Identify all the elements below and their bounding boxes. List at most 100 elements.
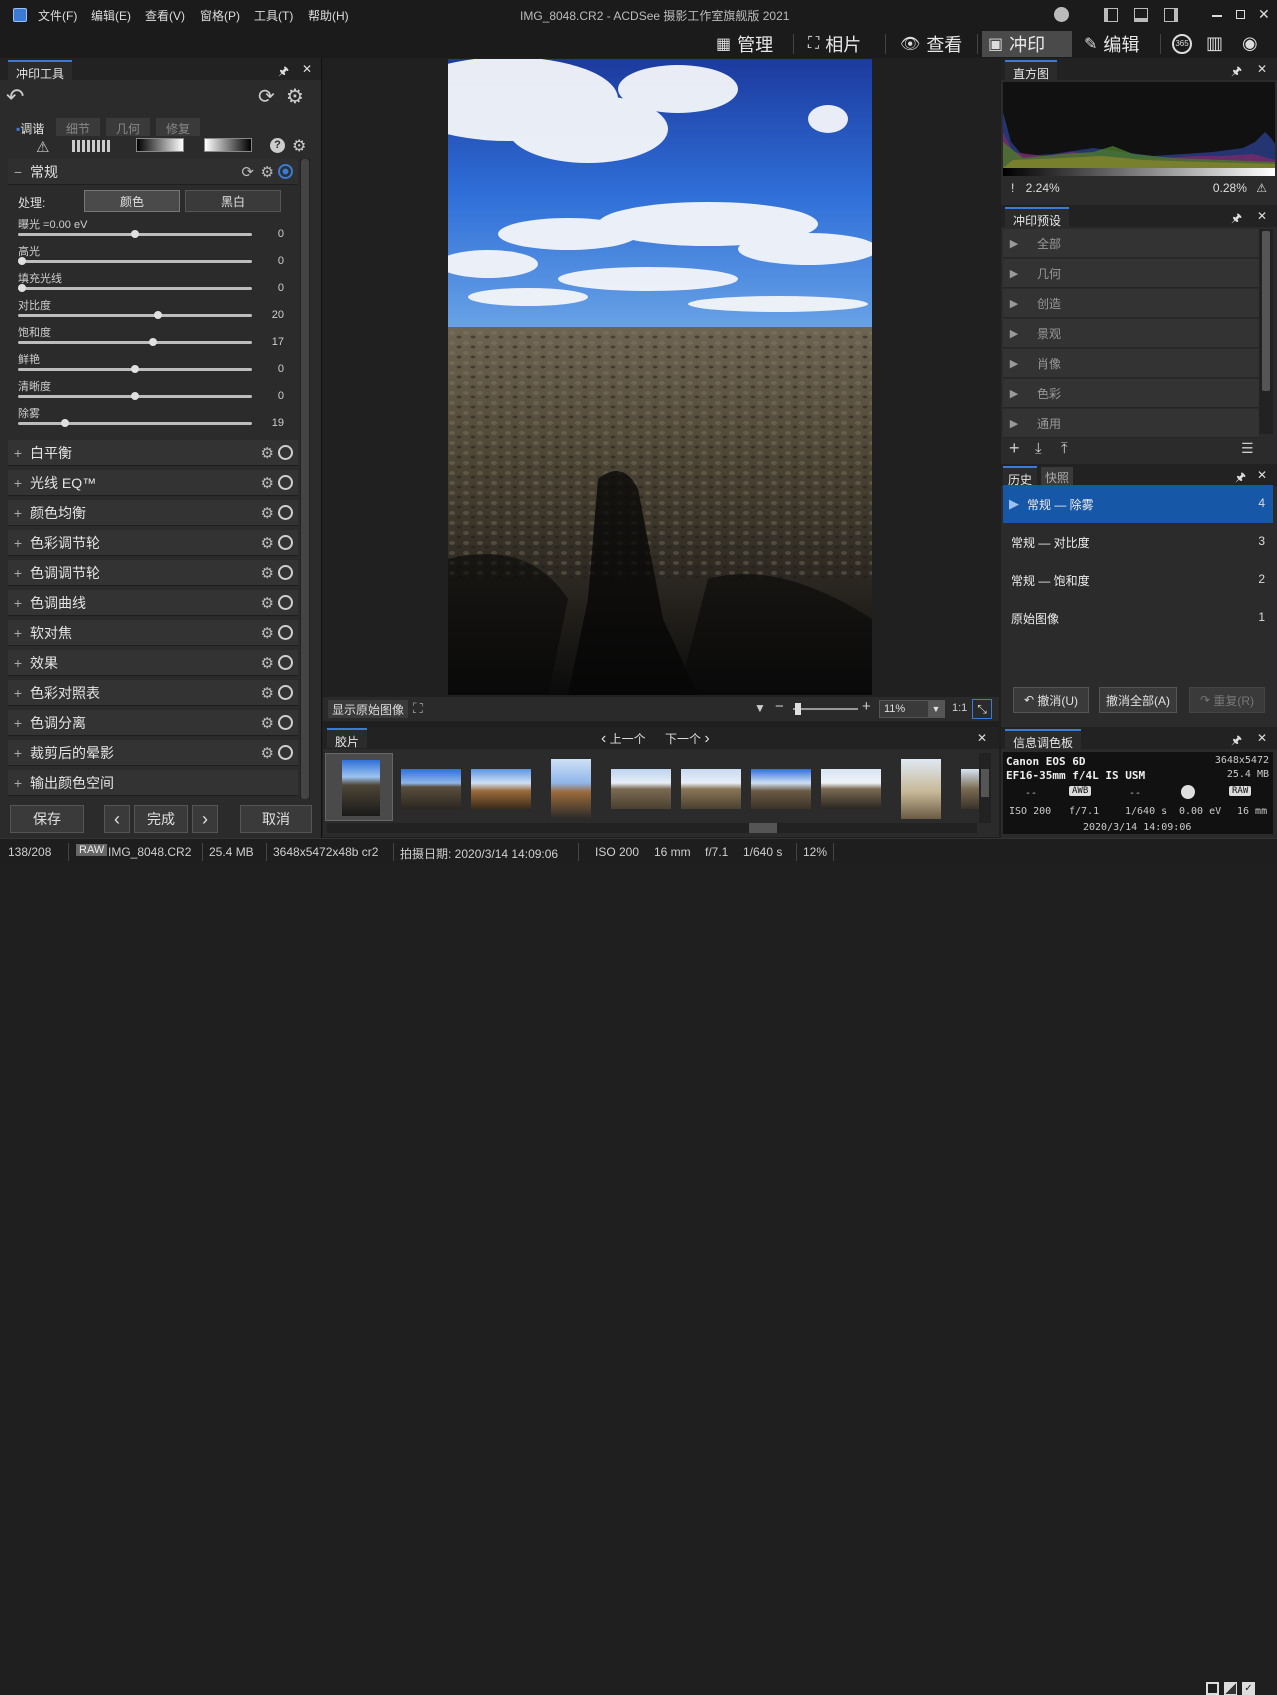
section-header[interactable]: + 裁剪后的晕影 ⚙: [8, 740, 298, 766]
preset-item[interactable]: ▶ 几何: [1003, 259, 1259, 288]
history-tab[interactable]: 历史: [1003, 466, 1038, 487]
fullscreen-icon[interactable]: ⛶: [413, 700, 423, 717]
preset-item[interactable]: ▶ 通用: [1003, 409, 1259, 438]
expand-icon[interactable]: +: [10, 595, 26, 611]
histogram-tab[interactable]: 直方图: [1005, 60, 1058, 81]
acdsee365-icon[interactable]: 365: [1172, 34, 1192, 54]
add-preset-icon[interactable]: +: [1009, 438, 1020, 459]
thumbnail-selected[interactable]: [325, 753, 393, 821]
slider-value[interactable]: 0: [260, 390, 284, 402]
section-header[interactable]: + 软对焦 ⚙: [8, 620, 298, 646]
highlight-clip[interactable]: 0.28% ⚠: [1213, 181, 1267, 195]
pin-icon[interactable]: 🖈: [1231, 731, 1242, 752]
process-color-button[interactable]: 颜色: [84, 190, 180, 212]
filmstrip-vscroll[interactable]: [979, 753, 991, 823]
thumbnail[interactable]: [611, 769, 671, 809]
minimize-icon[interactable]: [1212, 15, 1222, 17]
slider-knob[interactable]: [131, 365, 139, 373]
slider-value[interactable]: 0: [260, 228, 284, 240]
slider-track[interactable]: [18, 230, 252, 238]
thumbnail[interactable]: [681, 769, 741, 809]
maximize-icon[interactable]: [1236, 10, 1245, 19]
expand-arrow-icon[interactable]: ▶: [1003, 357, 1025, 370]
expand-icon[interactable]: +: [10, 715, 26, 731]
reset-icon[interactable]: ⟳: [241, 163, 254, 181]
menu-edit[interactable]: 编辑(E): [91, 7, 131, 24]
layout-bottom-icon[interactable]: [1134, 8, 1148, 22]
slider-value[interactable]: 0: [260, 255, 284, 267]
info-close-icon[interactable]: ✕: [1257, 731, 1267, 745]
gear-icon[interactable]: ⚙: [261, 744, 274, 762]
expand-icon[interactable]: +: [10, 625, 26, 641]
mode-edit[interactable]: ✎ 编辑: [1078, 31, 1145, 57]
gear-icon[interactable]: ⚙: [261, 163, 274, 181]
slider-value[interactable]: 0: [260, 282, 284, 294]
zoom-select[interactable]: 11% ▼: [879, 700, 945, 718]
expand-icon[interactable]: +: [10, 565, 26, 581]
pin-icon[interactable]: 🖈: [1231, 62, 1242, 83]
enable-toggle-icon[interactable]: [278, 655, 293, 670]
tool-settings-icon[interactable]: ⚙: [292, 136, 306, 156]
gear-icon[interactable]: ⚙: [261, 504, 274, 522]
enable-toggle-icon[interactable]: [278, 715, 293, 730]
thumbnail[interactable]: [901, 759, 941, 819]
preset-item[interactable]: ▶ 肖像: [1003, 349, 1259, 378]
expand-icon[interactable]: +: [10, 505, 26, 521]
history-item[interactable]: 常规 — 对比度 3: [1003, 523, 1273, 561]
slider-track[interactable]: [18, 284, 252, 292]
subtab-tune[interactable]: ▪调谐: [6, 118, 55, 136]
history-item[interactable]: 常规 — 饱和度 2: [1003, 561, 1273, 599]
section-header[interactable]: + 色彩对照表 ⚙: [8, 680, 298, 706]
365-eye-icon[interactable]: ◉: [1242, 33, 1258, 54]
zoom-dropdown-icon[interactable]: ▼: [754, 701, 766, 715]
save-button[interactable]: 保存: [10, 805, 84, 833]
import-preset-icon[interactable]: ⤓: [1035, 440, 1042, 457]
layout-left-icon[interactable]: [1104, 8, 1118, 22]
close-icon[interactable]: ✕: [1258, 6, 1270, 23]
filmstrip-prev[interactable]: ‹ 上一个: [601, 730, 646, 748]
chevron-down-icon[interactable]: ▼: [928, 701, 944, 717]
mode-manage[interactable]: ▦ 管理: [710, 31, 779, 57]
thumbnail[interactable]: [471, 769, 531, 809]
menu-tools[interactable]: 工具(T): [254, 7, 293, 24]
gear-icon[interactable]: ⚙: [261, 654, 274, 672]
info-tab[interactable]: 信息调色板: [1005, 729, 1082, 750]
user-icon[interactable]: [1054, 7, 1069, 22]
slider-track[interactable]: [18, 419, 252, 427]
back-arrow-icon[interactable]: ↶: [6, 84, 24, 110]
section-header[interactable]: + 颜色均衡 ⚙: [8, 500, 298, 526]
section-header[interactable]: + 色调曲线 ⚙: [8, 590, 298, 616]
gear-icon[interactable]: ⚙: [261, 564, 274, 582]
slider-track[interactable]: [18, 392, 252, 400]
section-header[interactable]: + 输出颜色空间: [8, 770, 298, 796]
gear-icon[interactable]: ⚙: [261, 474, 274, 492]
panel-tab-develop-tools[interactable]: 冲印工具: [8, 60, 73, 81]
expand-icon[interactable]: +: [10, 655, 26, 671]
expand-icon[interactable]: +: [10, 775, 26, 791]
enable-toggle-icon[interactable]: [278, 745, 293, 760]
cancel-button[interactable]: 取消: [240, 805, 312, 833]
slider-value[interactable]: 17: [260, 336, 284, 348]
filmstrip-tab[interactable]: 胶片: [327, 728, 368, 749]
slider-value[interactable]: 0: [260, 363, 284, 375]
menu-file[interactable]: 文件(F): [38, 7, 77, 24]
enable-toggle-icon[interactable]: [278, 685, 293, 700]
expand-arrow-icon[interactable]: ▶: [1003, 327, 1025, 340]
slider-knob[interactable]: [131, 230, 139, 238]
filmstrip-next[interactable]: 下一个 ›: [665, 730, 710, 748]
panel-close-icon[interactable]: ✕: [302, 62, 312, 76]
show-original-button[interactable]: 显示原始图像: [328, 700, 409, 718]
history-close-icon[interactable]: ✕: [1257, 468, 1267, 482]
expand-icon[interactable]: +: [10, 475, 26, 491]
expand-arrow-icon[interactable]: ▶: [1003, 267, 1025, 280]
snapshot-tab[interactable]: 快照: [1041, 467, 1074, 485]
preset-item[interactable]: ▶ 景观: [1003, 319, 1259, 348]
thumbnail[interactable]: [401, 769, 461, 809]
expand-icon[interactable]: +: [10, 445, 26, 461]
slider-track[interactable]: [18, 311, 252, 319]
expand-icon[interactable]: +: [10, 685, 26, 701]
subtab-detail[interactable]: 细节: [56, 118, 101, 136]
done-button[interactable]: 完成: [134, 805, 188, 833]
slider-track[interactable]: [18, 338, 252, 346]
section-header[interactable]: + 色彩调节轮 ⚙: [8, 530, 298, 556]
